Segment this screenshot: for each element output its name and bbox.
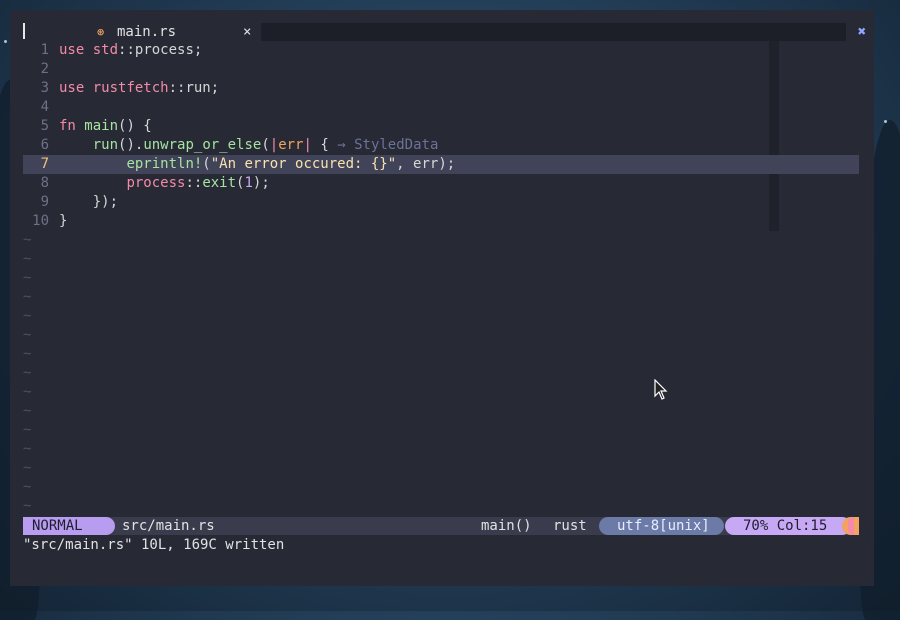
- line-number: 6: [40, 137, 49, 153]
- empty-line-marker: ~: [23, 479, 32, 495]
- empty-line-marker: ~: [23, 384, 32, 400]
- status-encoding: utf-8[unix]: [599, 517, 724, 535]
- code-line[interactable]: 5 fn main() {: [23, 117, 859, 136]
- mouse-pointer-icon: [654, 379, 668, 400]
- empty-line-marker: ~: [23, 270, 32, 286]
- status-function: main(): [481, 518, 532, 534]
- rust-gear-icon: ⊛: [97, 25, 105, 39]
- line-number: 10: [32, 213, 49, 229]
- code-line[interactable]: 8 process::exit(1);: [23, 174, 859, 193]
- empty-line-marker: ~: [23, 498, 32, 514]
- status-file: src/main.rs: [122, 518, 215, 534]
- line-number: 9: [40, 194, 49, 210]
- empty-line-marker: ~: [23, 308, 32, 324]
- code-line[interactable]: 7 eprintln!("An error occured: {}", err)…: [23, 155, 859, 174]
- empty-line-marker: ~: [23, 289, 32, 305]
- line-number: 1: [40, 42, 49, 58]
- text-cursor: [23, 23, 25, 39]
- line-number: 2: [40, 61, 49, 77]
- code-line[interactable]: 2: [23, 60, 859, 79]
- code-text: use std::process;: [59, 42, 203, 58]
- line-number: 4: [40, 99, 49, 115]
- code-line[interactable]: 1 use std::process;: [23, 41, 859, 60]
- code-text: use rustfetch::run;: [59, 80, 220, 96]
- status-language: rust: [553, 518, 587, 534]
- tab-close-icon[interactable]: ×: [243, 23, 251, 41]
- line-number: 5: [40, 118, 49, 134]
- code-text: }: [59, 213, 68, 229]
- line-number: 7: [40, 156, 49, 172]
- empty-line-marker: ~: [23, 251, 32, 267]
- code-line[interactable]: 10}: [23, 212, 859, 231]
- code-text: process::exit(1);: [126, 175, 270, 191]
- inlay-type-hint: → StyledData: [328, 137, 439, 153]
- code-line[interactable]: 6 run().unwrap_or_else(|err| { → StyledD…: [23, 136, 859, 155]
- tab-label: main.rs: [117, 24, 177, 40]
- code-line[interactable]: 3 use rustfetch::run;: [23, 79, 859, 98]
- statusline: NORMAL src/main.rs main() rust utf-8[uni…: [23, 517, 859, 535]
- status-position: 70% Col:15: [725, 517, 851, 535]
- code-line[interactable]: 4: [23, 98, 859, 117]
- command-line[interactable]: "src/main.rs" 10L, 169C written: [23, 536, 284, 555]
- tabline-fill: [261, 23, 846, 41]
- terminal-window: ⊛ main.rs × ✖ 1 use std::process;23 use ru…: [10, 10, 874, 586]
- status-end-cap-inner: [848, 517, 854, 535]
- code-text: run().unwrap_or_else(|err| { → StyledDat…: [92, 137, 439, 153]
- code-text: eprintln!("An error occured: {}", err);: [126, 156, 456, 172]
- empty-line-marker: ~: [23, 346, 32, 362]
- empty-line-marker: ~: [23, 422, 32, 438]
- background-star: [4, 40, 7, 43]
- empty-line-marker: ~: [23, 365, 32, 381]
- tabline: ⊛ main.rs × ✖: [23, 23, 866, 41]
- empty-line-marker: ~: [23, 441, 32, 457]
- empty-line-marker: ~: [23, 460, 32, 476]
- code-text: });: [59, 194, 119, 210]
- close-all-icon[interactable]: ✖: [851, 23, 873, 41]
- line-number: 3: [40, 80, 49, 96]
- tab-main-rs[interactable]: ⊛ main.rs ×: [49, 23, 255, 41]
- background-star: [884, 120, 887, 123]
- code-line[interactable]: 9 });: [23, 193, 859, 212]
- empty-line-marker: ~: [23, 232, 32, 248]
- line-number: 8: [40, 175, 49, 191]
- empty-line-marker: ~: [23, 327, 32, 343]
- empty-line-marker: ~: [23, 403, 32, 419]
- code-text: fn main() {: [59, 118, 152, 134]
- mode-indicator: NORMAL: [23, 517, 115, 535]
